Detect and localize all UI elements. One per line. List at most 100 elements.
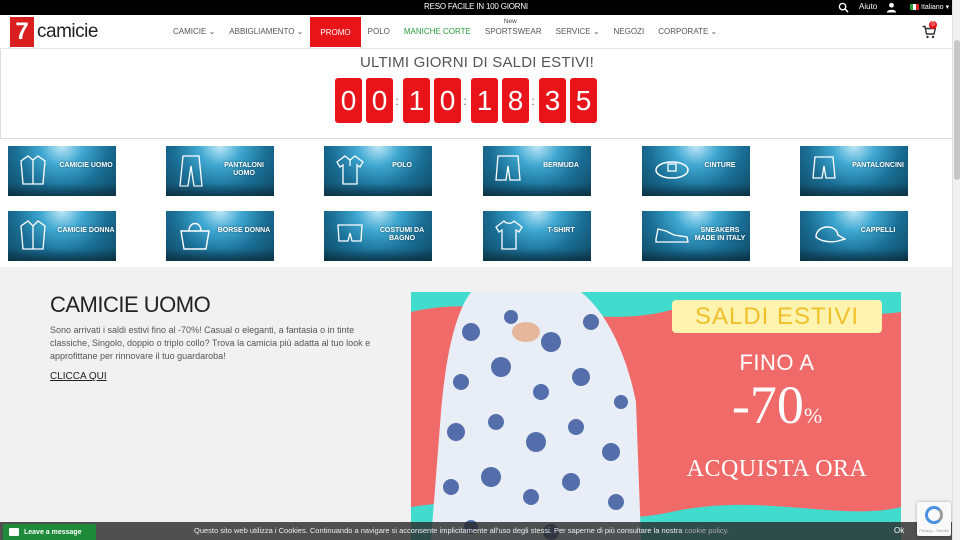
- category-sneakers[interactable]: SNEAKERS MADE IN ITALY: [642, 211, 750, 261]
- nav-item-service[interactable]: SERVICE ⌄: [549, 15, 607, 47]
- category-label: T-SHIRT: [547, 227, 575, 234]
- cookie-text: Questo sito web utilizza i Cookies. Cont…: [194, 526, 683, 535]
- page-scrollbar[interactable]: [952, 0, 960, 540]
- category-camicie-uomo[interactable]: CAMICIE UOMO: [8, 146, 116, 196]
- top-bar: RESO FACILE IN 100 GIORNI Aiuto Italiano…: [0, 0, 952, 15]
- site-logo[interactable]: 7 camicie: [10, 17, 98, 47]
- sneaker-icon: [655, 228, 689, 243]
- language-label: Italiano: [921, 3, 944, 11]
- nav-label: MANICHE CORTE: [403, 26, 471, 36]
- sale-banner[interactable]: SALDI ESTIVI FINO A -70% ACQUISTA ORA: [411, 292, 901, 540]
- countdown-digits: 0 0 : 1 0 : 1 8 : 3 5: [335, 78, 601, 123]
- chevron-down-icon: ⌄: [590, 26, 600, 36]
- category-label: CAMICIE UOMO: [59, 162, 113, 169]
- nav-label: POLO: [367, 26, 390, 36]
- category-label: SNEAKERS MADE IN ITALY: [694, 227, 746, 242]
- category-polo[interactable]: POLO: [324, 146, 432, 196]
- countdown-digit: 0: [335, 78, 362, 123]
- promo-text: RESO FACILE IN 100 GIORNI: [424, 2, 528, 11]
- discount-unit: %: [803, 403, 823, 428]
- banner-line1: FINO A: [739, 350, 815, 375]
- main-header: 7 camicie CAMICIE ⌄ ABBIGLIAMENTO ⌄ PROM…: [0, 15, 952, 49]
- category-pantaloni-uomo[interactable]: PANTALONI UOMO: [166, 146, 274, 196]
- nav-item-maniche-corte[interactable]: MANICHE CORTE: [397, 15, 478, 47]
- cta-link[interactable]: CLICCA QUI: [50, 371, 107, 382]
- sale-countdown: ULTIMI GIORNI DI SALDI ESTIVI! 0 0 : 1 0…: [0, 49, 952, 139]
- category-cinture[interactable]: CINTURE: [642, 146, 750, 196]
- nav-item-camicie[interactable]: CAMICIE ⌄: [166, 15, 222, 47]
- category-t-shirt[interactable]: T-SHIRT: [483, 211, 591, 261]
- recaptcha-text: Privacy - Termini: [919, 528, 949, 533]
- recaptcha-badge[interactable]: Privacy - Termini: [917, 502, 951, 536]
- cookie-ok-button[interactable]: Ok: [894, 526, 904, 535]
- italy-flag-icon: [910, 4, 919, 10]
- nav-item-negozi[interactable]: NEGOZI: [607, 15, 652, 47]
- nav-label: PROMO: [320, 27, 351, 37]
- cart-count-badge: 0: [929, 21, 937, 29]
- nav-label: SPORTSWEAR: [484, 26, 542, 36]
- logo-word: camicie: [37, 21, 98, 42]
- nav-label: NEGOZI: [613, 26, 645, 36]
- category-pantaloncini[interactable]: PANTALONCINI: [800, 146, 908, 196]
- category-label: POLO: [392, 162, 412, 169]
- main-nav: CAMICIE ⌄ ABBIGLIAMENTO ⌄ PROMO POLO MAN…: [166, 15, 724, 47]
- nav-label: SERVICE: [555, 26, 591, 36]
- trousers-icon: [179, 155, 203, 187]
- category-label: CAMICIE DONNA: [57, 227, 115, 234]
- cart-button[interactable]: 0: [922, 21, 937, 39]
- recaptcha-icon: [925, 506, 943, 524]
- user-icon[interactable]: [886, 2, 897, 13]
- cookie-bar: Questo sito web utilizza i Cookies. Cont…: [0, 522, 952, 540]
- belt-icon: [655, 161, 689, 179]
- category-costumi-da-bagno[interactable]: COSTUMI DA BAGNO: [324, 211, 432, 261]
- category-cappelli[interactable]: CAPPELLI: [800, 211, 908, 261]
- language-selector[interactable]: Italiano ▾: [910, 3, 949, 11]
- discount-value: -70: [731, 375, 804, 435]
- nav-item-polo[interactable]: POLO: [361, 15, 397, 47]
- countdown-separator: :: [395, 93, 399, 108]
- scrollbar-thumb[interactable]: [954, 40, 960, 180]
- nav-item-corporate[interactable]: CORPORATE ⌄: [651, 15, 724, 47]
- category-label: BERMUDA: [543, 162, 579, 169]
- leave-message-button[interactable]: Leave a message: [3, 524, 96, 540]
- nav-label: CAMICIE: [173, 26, 207, 36]
- countdown-digit: 0: [434, 78, 461, 123]
- help-link[interactable]: Aiuto: [859, 2, 877, 11]
- tshirt-icon: [495, 220, 523, 250]
- chat-icon: [9, 528, 19, 536]
- shorts-icon: [812, 156, 836, 179]
- category-label: CAPPELLI: [860, 227, 896, 234]
- category-label: BORSE DONNA: [217, 227, 271, 234]
- search-icon[interactable]: [838, 2, 849, 13]
- chevron-down-icon: ▾: [945, 4, 950, 11]
- category-label: PANTALONCINI: [852, 162, 904, 169]
- chevron-down-icon: ⌄: [206, 26, 216, 36]
- category-bermuda[interactable]: BERMUDA: [483, 146, 591, 196]
- section-description: Sono arrivati i saldi estivi fino al -70…: [50, 325, 371, 361]
- shirt-icon: [20, 155, 46, 185]
- category-borse-donna[interactable]: BORSE DONNA: [166, 211, 274, 261]
- cookie-policy-link[interactable]: cookie policy.: [684, 526, 728, 535]
- countdown-digit: 0: [366, 78, 393, 123]
- banner-action: ACQUISTA ORA: [686, 456, 868, 482]
- countdown-separator: :: [463, 93, 467, 108]
- section-heading: CAMICIE UOMO: [50, 292, 211, 317]
- countdown-digit: 1: [471, 78, 498, 123]
- banner-discount: -70%: [672, 375, 882, 446]
- category-label: PANTALONI UOMO: [224, 162, 264, 177]
- nav-item-promo[interactable]: PROMO: [310, 17, 361, 47]
- bag-icon: [180, 222, 210, 250]
- polo-icon: [336, 155, 364, 185]
- nav-item-abbigliamento[interactable]: ABBIGLIAMENTO ⌄: [222, 15, 310, 47]
- category-grid: CAMICIE UOMO PANTALONI UOMO POLO BERMUDA…: [0, 140, 952, 267]
- category-camicie-donna[interactable]: CAMICIE DONNA: [8, 211, 116, 261]
- banner-tag: SALDI ESTIVI: [672, 300, 882, 333]
- countdown-digit: 1: [403, 78, 430, 123]
- countdown-digit: 3: [539, 78, 566, 123]
- bermuda-icon: [495, 155, 521, 181]
- chat-label: Leave a message: [24, 528, 82, 536]
- nav-item-sportswear[interactable]: New SPORTSWEAR: [478, 15, 549, 47]
- category-label: CINTURE: [704, 162, 736, 169]
- cap-icon: [815, 226, 846, 243]
- new-badge: New: [503, 18, 517, 25]
